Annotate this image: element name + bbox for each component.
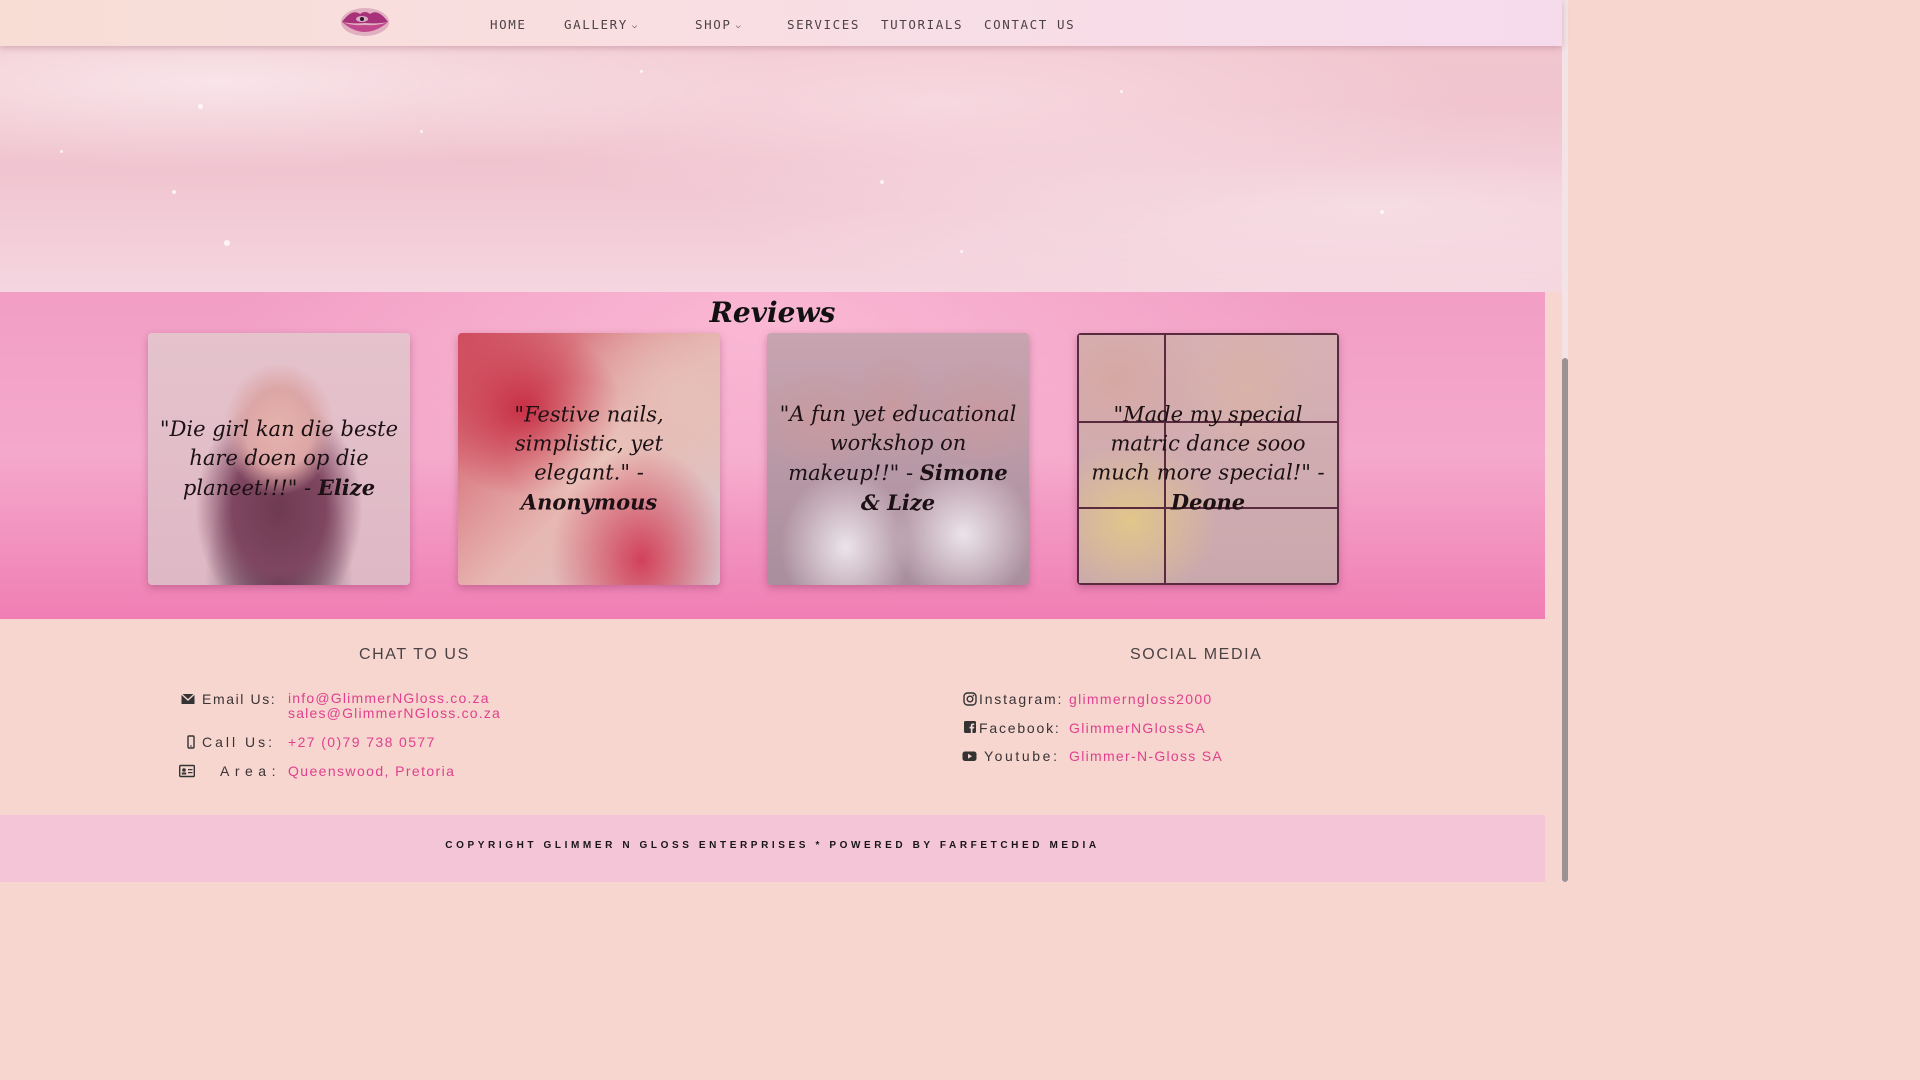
phone-link[interactable]: +27 (0)79 738 0577 [288,734,436,750]
facebook-label: Facebook: [979,720,1061,736]
chevron-down-icon: ⌵ [631,21,639,31]
envelope-icon [181,693,195,704]
lips-logo[interactable] [338,2,392,42]
chevron-down-icon: ⌵ [735,21,743,31]
mobile-phone-icon [187,735,195,749]
social-media-title: SOCIAL MEDIA [1130,646,1263,663]
nav-contact-us[interactable]: CONTACT US [984,17,1075,33]
nav-services[interactable]: SERVICES [787,17,860,33]
review-author: Deone [1170,489,1246,515]
contact-footer: CHAT TO US Email Us: info@GlimmerNGloss.… [0,619,1562,815]
review-card: "Made my special matric dance sooo much … [1077,333,1339,585]
review-card: "Festive nails, simplistic, yet elegant.… [458,333,720,585]
nav-gallery[interactable]: GALLERY ⌵ [564,17,639,33]
review-card: "Die girl kan die beste hare doen op die… [148,333,410,585]
review-quote: "Festive nails, simplistic, yet elegant.… [514,402,664,485]
scrollbar-thumb[interactable] [1562,358,1568,882]
chat-to-us-title: CHAT TO US [359,646,470,663]
email-link-sales[interactable]: sales@GlimmerNGloss.co.za [288,706,501,721]
review-author: Anonymous [520,489,658,515]
instagram-icon [963,692,977,706]
phone-label: Call Us: [202,734,276,750]
youtube-link[interactable]: Glimmer-N-Gloss SA [1069,748,1223,764]
copyright-bar: COPYRIGHT GLIMMER N GLOSS ENTERPRISES * … [0,815,1545,882]
review-author: Elize [317,475,376,500]
email-label: Email Us: [202,691,277,707]
review-quote: "Made my special matric dance sooo much … [1091,402,1325,485]
nav-home[interactable]: HOME [490,17,527,33]
reviews-title: Reviews [709,296,836,329]
instagram-link[interactable]: glimmerngloss2000 [1069,691,1213,707]
area-value[interactable]: Queenswood, Pretoria [288,763,455,779]
review-card: "A fun yet educational workshop on makeu… [767,333,1029,585]
top-navbar: HOME GALLERY ⌵ SHOP ⌵ SERVICES TUTORIALS C… [0,0,1562,46]
instagram-label: Instagram: [979,691,1064,707]
nav-tutorials[interactable]: TUTORIALS [881,17,963,33]
address-card-icon [179,764,195,778]
facebook-link[interactable]: GlimmerNGlossSA [1069,720,1206,736]
nav-shop[interactable]: SHOP ⌵ [695,17,743,33]
youtube-icon [962,751,977,761]
email-link-info[interactable]: info@GlimmerNGloss.co.za [288,691,490,706]
reviews-section: Reviews "Die girl kan die beste hare doe… [0,292,1545,619]
youtube-label: Youtube: [984,748,1060,764]
copyright-text: COPYRIGHT GLIMMER N GLOSS ENTERPRISES * … [445,840,1100,851]
facebook-icon [964,721,976,733]
area-label: Area: [220,763,281,779]
